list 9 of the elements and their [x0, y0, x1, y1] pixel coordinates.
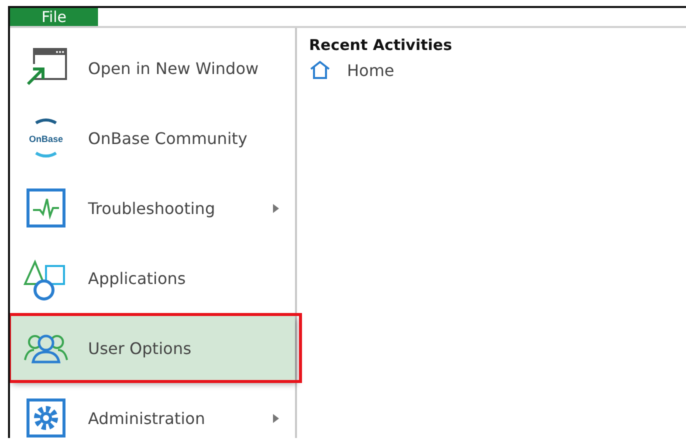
home-icon — [309, 60, 331, 80]
menu-item[interactable]: OnBase OnBase Community — [10, 105, 295, 171]
menu-item[interactable]: Troubleshooting — [10, 175, 295, 241]
recent-item[interactable]: Home — [347, 60, 394, 80]
menu-item[interactable]: Applications — [10, 245, 295, 311]
menu-item[interactable]: Administration — [10, 385, 295, 438]
section-title: Recent Activities — [309, 36, 452, 54]
menu-item[interactable]: Open in New Window — [10, 35, 295, 101]
file-tab[interactable]: File — [10, 8, 98, 26]
